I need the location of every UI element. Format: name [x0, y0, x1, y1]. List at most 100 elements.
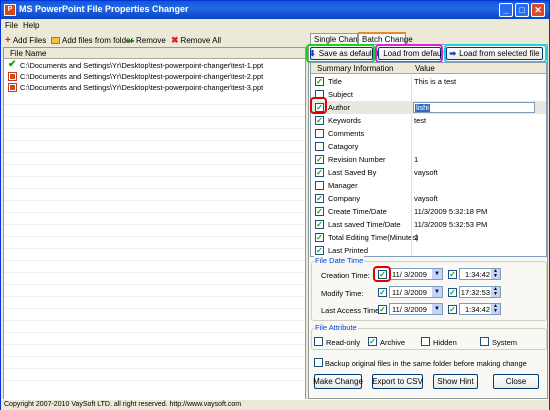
row-checkbox[interactable]: ✓: [315, 168, 324, 177]
readonly-checkbox[interactable]: [314, 337, 323, 346]
col-divider: [411, 192, 412, 205]
modify-time-spinner[interactable]: 17:32:53 ▲ ▼: [459, 286, 501, 298]
grid-row[interactable]: Catagory: [311, 140, 546, 153]
file-row[interactable]: ✔ C:\Documents and Settings\Yr\Desktop\t…: [4, 60, 305, 71]
row-divider: [4, 212, 305, 213]
export-csv-button[interactable]: Export to CSV: [372, 374, 423, 389]
row-checkbox[interactable]: ✓: [315, 233, 324, 242]
archive-checkbox[interactable]: ✓: [368, 337, 377, 346]
row-checkbox[interactable]: ✓: [315, 207, 324, 216]
menu-help[interactable]: Help: [23, 21, 39, 30]
row-checkbox[interactable]: ✓: [315, 194, 324, 203]
row-divider: [4, 368, 305, 369]
make-change-button[interactable]: Make Change: [313, 374, 363, 389]
grid-row[interactable]: ✓ Company vaysoft: [311, 192, 546, 205]
grid-row[interactable]: ✓ Title This is a test: [311, 75, 546, 88]
ppt-file-icon: [8, 72, 17, 81]
properties-grid[interactable]: Summary Information Value ✓ Title This is …: [310, 62, 547, 257]
maximize-button[interactable]: □: [515, 3, 529, 17]
backup-label: Backup original files in the same folder…: [325, 359, 527, 368]
show-hint-button[interactable]: Show Hint: [433, 374, 478, 389]
row-value[interactable]: 1: [414, 233, 418, 242]
spinner-icon: ▲ ▼: [491, 304, 500, 314]
file-list-header[interactable]: File Name: [4, 48, 305, 59]
menu-bar: File Help: [1, 19, 549, 33]
file-date-time-legend: File Date Time: [314, 256, 365, 265]
row-divider: [4, 260, 305, 261]
remove-button[interactable]: Remove: [126, 35, 166, 46]
modify-time-checkbox[interactable]: ✓: [378, 288, 387, 297]
row-checkbox[interactable]: ✓: [315, 246, 324, 255]
highlight-creation-checkbox: [373, 266, 391, 282]
tab-single-change[interactable]: Single Change: [310, 33, 366, 44]
col-value[interactable]: Value: [415, 64, 435, 73]
access-date-picker[interactable]: 11/ 3/2009 ▼: [389, 303, 443, 315]
menu-file[interactable]: File: [5, 21, 18, 30]
file-row[interactable]: C:\Documents and Settings\Yr\Desktop\tes…: [4, 71, 305, 81]
access-time-checkbox[interactable]: ✓: [378, 305, 387, 314]
grid-row[interactable]: ✓ Create Time/Date 11/3/2009 5:32:18 PM: [311, 205, 546, 218]
grid-row[interactable]: Subject: [311, 88, 546, 101]
add-files-button[interactable]: + Add Files: [5, 35, 46, 46]
grid-row[interactable]: Manager: [311, 179, 546, 192]
col-divider: [411, 153, 412, 166]
row-checkbox[interactable]: [315, 142, 324, 151]
close-window-button[interactable]: ✕: [531, 3, 545, 17]
grid-row[interactable]: ✓ Last saved Time/Date 11/3/2009 5:32:53 P…: [311, 218, 546, 231]
highlight-author-checkbox: [310, 97, 327, 114]
system-checkbox[interactable]: [480, 337, 489, 346]
row-checkbox[interactable]: ✓: [315, 155, 324, 164]
creation-time-enable-checkbox[interactable]: ✓: [448, 270, 457, 279]
grid-row[interactable]: ✓ Keywords test: [311, 114, 546, 127]
row-value[interactable]: 11/3/2009 5:32:53 PM: [414, 220, 487, 229]
col-divider: [411, 205, 412, 218]
highlight-load-selected: [444, 44, 547, 63]
modify-time-enable-checkbox[interactable]: ✓: [448, 288, 457, 297]
spinner-icon: ▲ ▼: [491, 269, 500, 279]
access-time-spinner[interactable]: 1:34:42 ▲ ▼: [459, 303, 501, 315]
access-date-value: 11/ 3/2009: [392, 305, 427, 314]
row-value[interactable]: test: [414, 116, 426, 125]
row-checkbox[interactable]: [315, 129, 324, 138]
col-summary-info[interactable]: Summary Information: [317, 64, 393, 73]
grid-row-selected[interactable]: ✓ Author lishi: [311, 101, 546, 114]
access-time-enable-checkbox[interactable]: ✓: [448, 305, 457, 314]
grid-row[interactable]: Comments: [311, 127, 546, 140]
row-name: Manager: [328, 181, 358, 190]
row-name: Last saved Time/Date: [328, 220, 401, 229]
grid-row[interactable]: ✓ Last Saved By vaysoft: [311, 166, 546, 179]
row-checkbox[interactable]: ✓: [315, 220, 324, 229]
toolbar: + Add Files Add files from folder Remove…: [1, 33, 306, 47]
row-checkbox[interactable]: ✓: [315, 116, 324, 125]
row-divider: [4, 188, 305, 189]
highlight-load-default: [375, 44, 443, 63]
row-value[interactable]: vaysoft: [414, 168, 438, 177]
file-list[interactable]: File Name ✔ C:\Documents and Settings\Yr…: [3, 47, 306, 400]
minimize-button[interactable]: _: [499, 3, 513, 17]
row-name: Total Editing Time(Minutes): [328, 233, 419, 242]
minus-icon: [126, 39, 134, 42]
backup-checkbox[interactable]: [314, 358, 323, 367]
row-checkbox[interactable]: [315, 181, 324, 190]
file-row[interactable]: C:\Documents and Settings\Yr\Desktop\tes…: [4, 82, 305, 92]
hidden-checkbox[interactable]: [421, 337, 430, 346]
creation-time-spinner[interactable]: 1:34:42 ▲ ▼: [459, 268, 501, 280]
add-folder-button[interactable]: Add files from folder: [51, 35, 133, 46]
author-edit-field[interactable]: lishi: [413, 102, 535, 113]
row-value[interactable]: 1: [414, 155, 418, 164]
row-checkbox[interactable]: ✓: [315, 77, 324, 86]
col-divider: [411, 179, 412, 192]
row-value[interactable]: 11/3/2009 5:32:18 PM: [414, 207, 487, 216]
creation-date-picker[interactable]: 11/ 3/2009 ▼: [389, 268, 443, 280]
row-divider: [4, 380, 305, 381]
folder-icon: [51, 37, 60, 44]
row-value[interactable]: This is a test: [414, 77, 456, 86]
grid-row[interactable]: ✓ Total Editing Time(Minutes) 1: [311, 231, 546, 244]
tab-batch-change[interactable]: Batch Change: [358, 32, 413, 44]
close-button[interactable]: Close: [493, 374, 539, 389]
modify-date-picker[interactable]: 11/ 3/2009 ▼: [389, 286, 443, 298]
remove-all-button[interactable]: ✖ Remove All: [171, 35, 221, 46]
grid-row[interactable]: ✓ Revision Number 1: [311, 153, 546, 166]
title-bar[interactable]: P MS PowerPoint File Properties Changer …: [1, 1, 549, 19]
row-value[interactable]: vaysoft: [414, 194, 438, 203]
